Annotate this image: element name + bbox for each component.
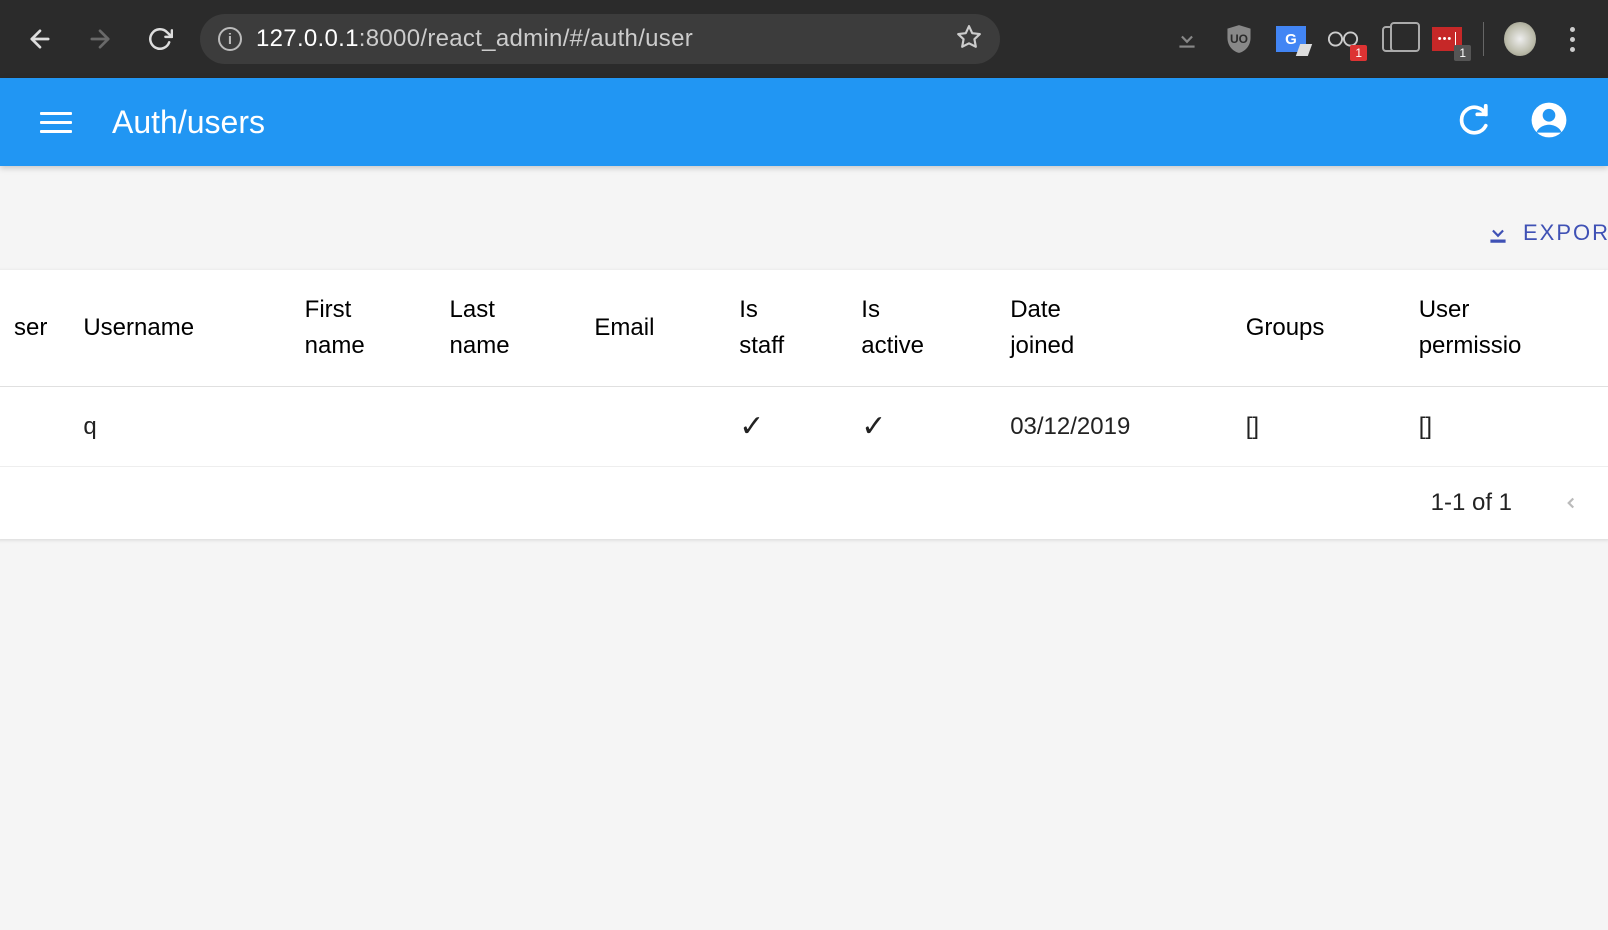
pagination: 1-1 of 1 — [0, 467, 1608, 539]
back-button[interactable] — [20, 19, 60, 59]
download-icon[interactable] — [1171, 23, 1203, 55]
address-bar[interactable]: i 127.0.0.1:8000/react_admin/#/auth/user — [200, 14, 1000, 64]
content-area: EXPOR ser Username Firstname Lastname Em… — [0, 166, 1608, 539]
check-icon: ✓ — [861, 410, 886, 443]
cell-last-name — [432, 387, 577, 467]
col-last-name header-cell[interactable]: Lastname — [432, 270, 577, 387]
cell-date-joined: 03/12/2019 — [992, 387, 1228, 467]
browser-chrome: i 127.0.0.1:8000/react_admin/#/auth/user… — [0, 0, 1608, 78]
table-row[interactable]: q ✓ ✓ 03/12/2019 [] [] — [0, 387, 1608, 467]
col-date-joined header-cell[interactable]: Datejoined — [992, 270, 1228, 387]
menu-toggle-button[interactable] — [40, 112, 72, 133]
cell-is-staff: ✓ — [721, 387, 843, 467]
refresh-button[interactable] — [1456, 103, 1490, 142]
cell-user-permissions: [] — [1401, 387, 1608, 467]
app-header: Auth/users — [0, 78, 1608, 166]
site-info-icon[interactable]: i — [218, 27, 242, 51]
ublock-label: UO — [1230, 32, 1248, 46]
reload-button[interactable] — [140, 19, 180, 59]
separator — [1483, 22, 1484, 56]
ublock-icon[interactable]: UO — [1223, 23, 1255, 55]
col-username header-cell[interactable]: Username — [65, 270, 286, 387]
profile-avatar[interactable] — [1504, 23, 1536, 55]
user-account-icon[interactable] — [1530, 101, 1568, 144]
extensions-area: UO G 1 ••• 1 — [1171, 22, 1588, 56]
users-table: ser Username Firstname Lastname Email Is… — [0, 270, 1608, 467]
cell-username: q — [65, 387, 286, 467]
cell-groups: [] — [1228, 387, 1401, 467]
notification-badge: 1 — [1350, 45, 1367, 61]
cell-first-name — [287, 387, 432, 467]
page-title: Auth/users — [112, 104, 265, 141]
data-table-card: ser Username Firstname Lastname Email Is… — [0, 270, 1608, 539]
col-superuser-partheader-cell[interactable]: ser — [0, 270, 65, 387]
cell-is-active: ✓ — [843, 387, 992, 467]
glasses-icon[interactable]: 1 — [1327, 23, 1359, 55]
cell-email — [576, 387, 721, 467]
col-is-staff header-cell[interactable]: Isstaff — [721, 270, 843, 387]
col-is-active header-cell[interactable]: Isactive — [843, 270, 992, 387]
col-first-name header-cell[interactable]: Firstname — [287, 270, 432, 387]
pagination-range: 1-1 of 1 — [1431, 489, 1512, 517]
export-button[interactable]: EXPOR — [1485, 220, 1608, 246]
col-user-permissions header-cell[interactable]: Userpermissio — [1401, 270, 1608, 387]
browser-menu-icon[interactable] — [1556, 23, 1588, 55]
copy-icon[interactable] — [1379, 23, 1411, 55]
notification-badge: 1 — [1454, 45, 1471, 61]
google-translate-icon[interactable]: G — [1275, 23, 1307, 55]
url-text: 127.0.0.1:8000/react_admin/#/auth/user — [256, 25, 693, 53]
forward-button[interactable] — [80, 19, 120, 59]
prev-page-button[interactable] — [1562, 487, 1580, 519]
col-email header-cell[interactable]: Email — [576, 270, 721, 387]
export-label: EXPOR — [1523, 220, 1608, 246]
check-icon: ✓ — [739, 410, 764, 443]
col-groups header-cell[interactable]: Groups — [1228, 270, 1401, 387]
bookmark-star-icon[interactable] — [956, 24, 982, 55]
lastpass-icon[interactable]: ••• 1 — [1431, 23, 1463, 55]
